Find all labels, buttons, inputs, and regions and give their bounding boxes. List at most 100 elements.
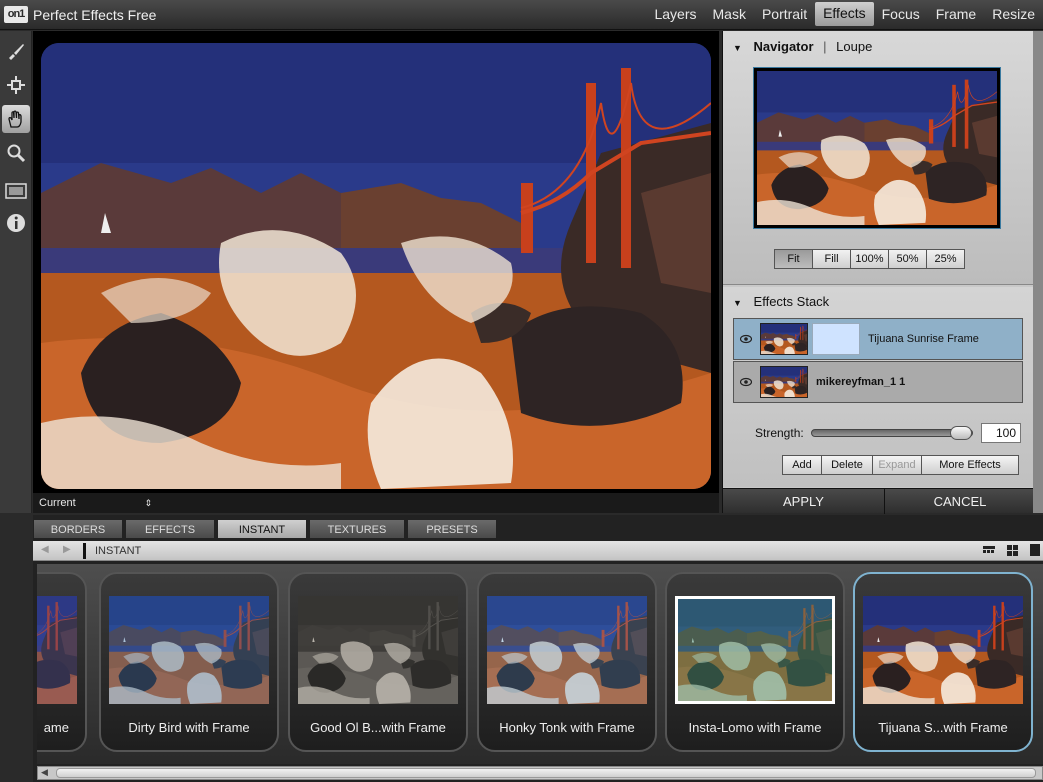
apply-button[interactable]: APPLY [723,489,885,514]
navigator-panel: ▼ Navigator | Loupe Fit Fill 100% 50% 25… [723,31,1034,285]
app-logo: on1 [4,6,28,23]
strength-label: Strength: [755,426,804,440]
strength-row: Strength: 100 [723,421,1034,445]
strength-slider[interactable] [811,426,973,440]
preset-scrollbar[interactable]: ◀ [37,766,1043,780]
preset-label: Dirty Bird with Frame [128,720,250,735]
zoom-50-button[interactable]: 50% [888,249,927,269]
preset-label: Honky Tonk with Frame [499,720,635,735]
forward-arrow-icon[interactable]: ▶ [63,544,71,555]
module-tab-effects[interactable]: Effects [815,2,874,26]
preset-thumbnail [487,596,647,704]
status-bar: Current ⇕ [33,493,719,513]
tool-strip [0,31,32,513]
tab-effects[interactable]: EFFECTS [125,519,215,539]
preset-thumbnail [37,596,77,704]
compare-icon[interactable] [2,177,30,205]
layer-thumbnail [760,323,808,355]
stack-layer-original[interactable]: mikereyfman_1 1 [733,361,1023,403]
list-view-icon[interactable] [983,546,995,556]
strength-value-input[interactable]: 100 [981,423,1021,443]
image-canvas[interactable] [33,31,719,493]
layer-mask-thumbnail[interactable] [812,323,860,355]
preset-thumbnails: ame Dirty Bird with Frame Good Ol B...wi… [37,564,1043,764]
view-mode-label: Current [39,497,76,509]
module-tab-focus[interactable]: Focus [874,0,928,30]
updown-arrows-icon: ⇕ [144,498,152,508]
preset-label: Tijuana S...with Frame [878,720,1008,735]
eye-icon[interactable] [740,377,752,387]
navigator-header[interactable]: ▼ Navigator | Loupe [723,33,1034,61]
delete-button[interactable]: Delete [821,455,873,475]
preset-card-dirty-bird[interactable]: Dirty Bird with Frame [99,572,279,752]
breadcrumb-label: INSTANT [95,545,142,557]
layer-name: mikereyfman_1 1 [816,376,906,388]
stack-layer-tijuana-frame[interactable]: Tijuana Sunrise Frame [733,318,1023,360]
hand-icon[interactable] [2,105,30,133]
layer-name: Tijuana Sunrise Frame [868,333,979,345]
preset-card-insta-lomo[interactable]: Insta-Lomo with Frame [665,572,845,752]
module-tab-resize[interactable]: Resize [984,0,1043,30]
view-mode-select[interactable]: Current ⇕ [36,495,154,511]
effects-stack-panel: ▼ Effects Stack Tijuana Sunrise Frame mi… [723,287,1034,487]
module-tab-layers[interactable]: Layers [646,0,704,30]
action-bar: APPLY CANCEL [723,488,1034,514]
zoom-fill-button[interactable]: Fill [812,249,851,269]
strength-slider-handle[interactable] [950,426,972,440]
tab-loupe[interactable]: Loupe [836,39,872,54]
preset-card-good-ol-b[interactable]: Good Ol B...with Frame [288,572,468,752]
collapse-triangle-icon[interactable]: ▼ [733,289,742,317]
tab-textures[interactable]: TEXTURES [309,519,405,539]
navigator-preview[interactable] [753,67,1001,229]
preset-thumbnail [109,596,269,704]
tab-borders[interactable]: BORDERS [33,519,123,539]
effects-stack-header[interactable]: ▼ Effects Stack [723,288,1034,316]
module-tab-portrait[interactable]: Portrait [754,0,815,30]
collapse-triangle-icon[interactable]: ▼ [733,34,742,62]
right-panel-scrollbar[interactable] [1033,31,1043,513]
breadcrumb-separator [83,543,86,559]
more-effects-button[interactable]: More Effects [921,455,1019,475]
large-view-icon[interactable] [1030,544,1040,556]
zoom-100-button[interactable]: 100% [850,249,889,269]
transform-icon[interactable] [2,71,30,99]
expand-button[interactable]: Expand [872,455,922,475]
scroll-left-icon[interactable]: ◀ [41,767,48,778]
preset-card-partial[interactable]: ame [37,572,87,752]
tab-presets[interactable]: PRESETS [407,519,497,539]
preset-label: Insta-Lomo with Frame [688,720,822,735]
eye-icon[interactable] [740,334,752,344]
right-panel: ▼ Navigator | Loupe Fit Fill 100% 50% 25… [722,31,1034,514]
main-photo [41,43,711,489]
category-tabs: BORDERS EFFECTS INSTANT TEXTURES PRESETS [33,519,499,539]
brush-icon[interactable] [2,37,30,65]
module-tabs: Layers Mask Portrait Effects Focus Frame… [646,0,1043,30]
info-icon[interactable] [2,209,30,237]
app-window: on1 Perfect Effects Free Layers Mask Por… [0,0,1043,782]
add-button[interactable]: Add [782,455,822,475]
title-bar: on1 Perfect Effects Free Layers Mask Por… [0,0,1043,30]
effects-stack-title: Effects Stack [753,294,830,309]
preset-card-tijuana-sunrise[interactable]: Tijuana S...with Frame [853,572,1033,752]
module-tab-frame[interactable]: Frame [928,0,984,30]
preset-thumbnail [298,596,458,704]
tab-navigator[interactable]: Navigator [754,39,814,54]
preset-browser: BORDERS EFFECTS INSTANT TEXTURES PRESETS… [33,515,1043,782]
stack-button-group: Add Delete Expand More Effects [782,455,1019,475]
preset-label: Good Ol B...with Frame [310,720,446,735]
preset-thumbnail [675,596,835,704]
back-arrow-icon[interactable]: ◀ [41,544,49,555]
zoom-25-button[interactable]: 25% [926,249,965,269]
preset-thumbnail [863,596,1023,704]
grid-view-icon[interactable] [1007,545,1018,556]
preset-card-honky-tonk[interactable]: Honky Tonk with Frame [477,572,657,752]
preset-scrollbar-thumb[interactable] [56,768,1036,778]
tab-instant[interactable]: INSTANT [217,519,307,539]
app-title: Perfect Effects Free [33,7,157,23]
zoom-button-group: Fit Fill 100% 50% 25% [774,249,965,269]
layer-thumbnail [760,366,808,398]
cancel-button[interactable]: CANCEL [886,489,1034,514]
zoom-icon[interactable] [2,139,30,167]
module-tab-mask[interactable]: Mask [705,0,754,30]
zoom-fit-button[interactable]: Fit [774,249,813,269]
